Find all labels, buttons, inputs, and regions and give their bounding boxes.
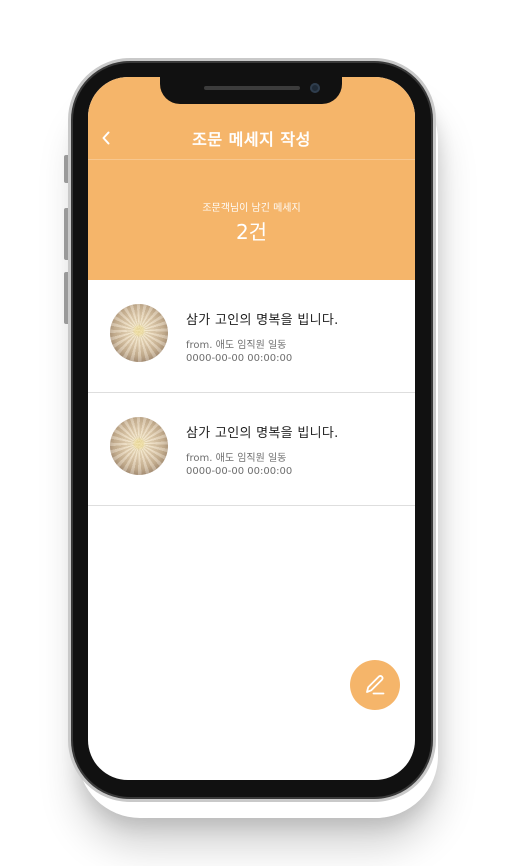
header: 조문 메세지 작성 조문객님이 남긴 메세지 2건 [88,77,415,280]
message-title: 삼가 고인의 명복을 빕니다. [186,426,339,441]
device-mockup: 조문 메세지 작성 조문객님이 남긴 메세지 2건 삼가 고인의 명복을 빕니다… [0,0,517,866]
flower-avatar [110,417,168,475]
message-sender: from. 애도 임직원 일동 [186,453,287,464]
message-count: 2건 [235,220,268,244]
message-list: 삼가 고인의 명복을 빕니다. from. 애도 임직원 일동 0000-00-… [88,280,415,506]
message-title: 삼가 고인의 명복을 빕니다. [186,313,339,328]
write-message-button[interactable] [350,660,400,710]
message-date: 0000-00-00 00:00:00 [186,466,293,477]
flower-avatar [110,304,168,362]
pencil-icon [366,675,385,695]
message-date: 0000-00-00 00:00:00 [186,353,293,364]
speaker-grille [204,86,300,90]
message-count-caption: 조문객님이 남긴 메세지 [202,203,301,214]
notch [160,77,342,104]
header-divider [88,159,415,160]
message-item[interactable]: 삼가 고인의 명복을 빕니다. from. 애도 임직원 일동 0000-00-… [88,280,415,393]
app-screen: 조문 메세지 작성 조문객님이 남긴 메세지 2건 삼가 고인의 명복을 빕니다… [88,77,415,780]
message-item[interactable]: 삼가 고인의 명복을 빕니다. from. 애도 임직원 일동 0000-00-… [88,393,415,506]
front-camera [310,83,320,93]
message-sender: from. 애도 임직원 일동 [186,340,287,351]
page-title: 조문 메세지 작성 [192,130,311,149]
